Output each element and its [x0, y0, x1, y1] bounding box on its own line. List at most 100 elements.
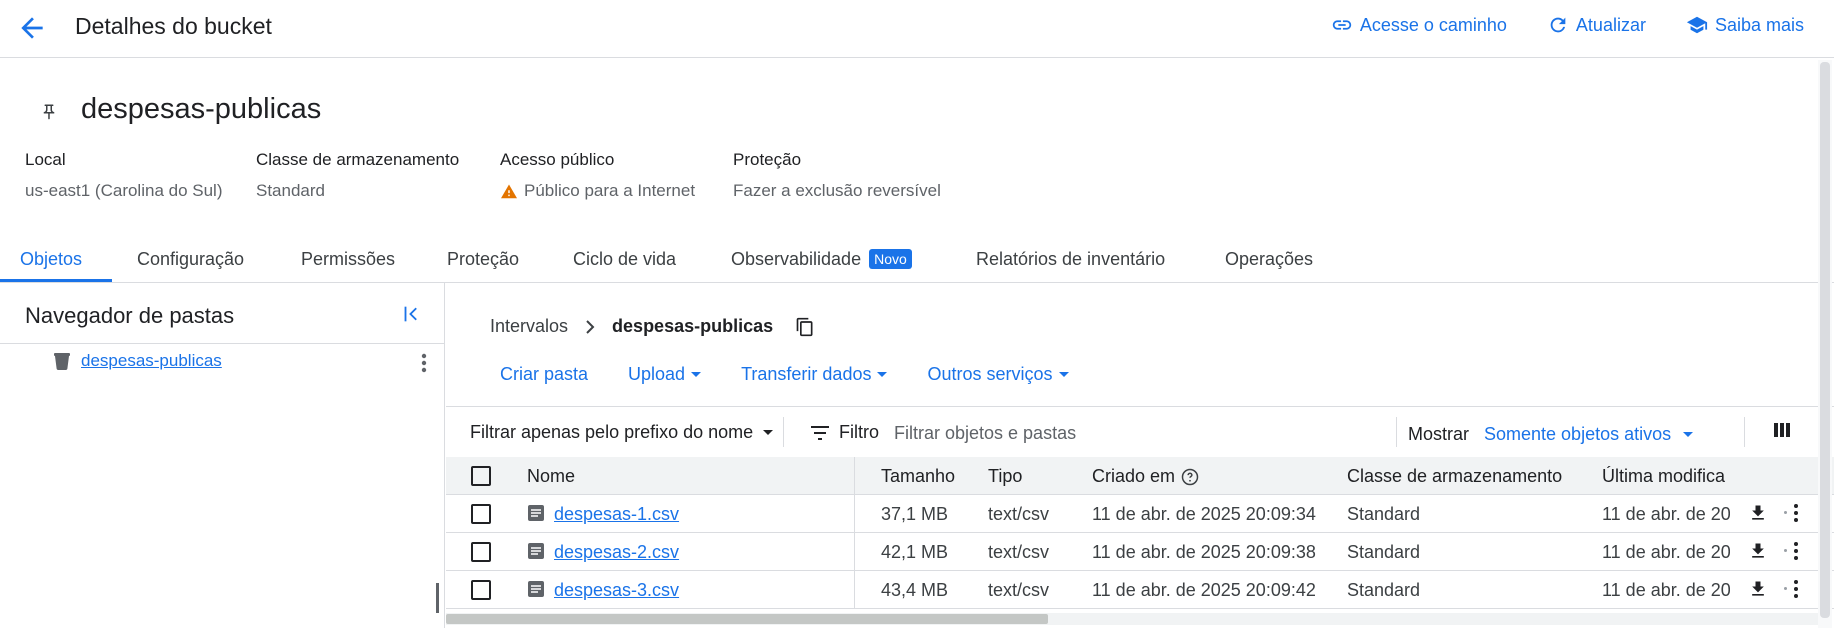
refresh-icon	[1547, 14, 1569, 36]
meta-protection: Proteção Fazer a exclusão reversível	[733, 150, 941, 201]
filter-input[interactable]	[892, 417, 1316, 449]
folder-tree-item[interactable]: despesas-publicas	[52, 351, 222, 371]
tab-operations[interactable]: Operações	[1225, 249, 1313, 270]
tab-objects[interactable]: Objetos	[20, 249, 82, 270]
column-header-created-label: Criado em	[1092, 466, 1176, 486]
file-storage-class: Standard	[1347, 542, 1421, 562]
file-name-link[interactable]: despesas-2.csv	[554, 542, 679, 563]
objects-table: Nome Tamanho Tipo Criado em Classe de ar…	[446, 457, 1834, 609]
warning-icon	[500, 183, 518, 199]
column-header-created[interactable]: Criado em	[1092, 466, 1199, 487]
meta-public-access-value: Público para a Internet	[524, 181, 696, 200]
tab-permissions[interactable]: Permissões	[301, 249, 395, 270]
back-arrow-icon[interactable]	[16, 12, 48, 44]
breadcrumb-root[interactable]: Intervalos	[490, 316, 568, 337]
refresh-button[interactable]: Atualizar	[1547, 14, 1646, 36]
download-icon[interactable]	[1748, 579, 1768, 599]
file-storage-class: Standard	[1347, 580, 1421, 600]
panel-divider	[0, 343, 444, 344]
pin-icon[interactable]	[40, 102, 58, 122]
tab-lifecycle[interactable]: Ciclo de vida	[573, 249, 676, 270]
file-created: 11 de abr. de 2025 20:09:34	[1092, 504, 1316, 524]
access-path-label: Acesse o caminho	[1359, 14, 1507, 35]
meta-location-label: Local	[25, 150, 66, 169]
tab-configuration[interactable]: Configuração	[137, 249, 244, 270]
divider	[783, 417, 784, 447]
tab-observability-label: Observabilidade	[731, 249, 862, 269]
row-checkbox[interactable]	[471, 542, 491, 562]
file-modified: 11 de abr. de 20	[1602, 580, 1730, 600]
column-header-modified[interactable]: Última modifica	[1602, 466, 1730, 487]
dropdown-caret-icon	[691, 372, 702, 377]
upload-label: Upload	[628, 364, 686, 384]
more-vert-icon[interactable]	[1792, 579, 1800, 599]
access-path-button[interactable]: Acesse o caminho	[1331, 14, 1507, 36]
tab-observability[interactable]: Observabilidade Novo	[731, 249, 912, 270]
file-size: 42,1 MB	[881, 542, 949, 562]
refresh-label: Atualizar	[1575, 14, 1646, 35]
meta-location: Local us-east1 (Carolina do Sul)	[25, 150, 222, 201]
more-action-icon[interactable]	[1784, 511, 1787, 514]
row-checkbox[interactable]	[471, 580, 491, 600]
meta-location-value: us-east1 (Carolina do Sul)	[25, 181, 223, 200]
filter-bar: Filtrar apenas pelo prefixo do nome Filt…	[446, 406, 1834, 458]
table-row: despesas-2.csv 42,1 MB text/csv 11 de ab…	[446, 533, 1834, 571]
bucket-icon	[52, 352, 72, 370]
help-icon[interactable]	[1181, 468, 1199, 486]
table-row: despesas-3.csv 43,4 MB text/csv 11 de ab…	[446, 571, 1834, 609]
create-folder-button[interactable]: Criar pasta	[500, 364, 588, 385]
show-select-value: Somente objetos ativos	[1484, 424, 1672, 444]
transfer-data-button[interactable]: Transferir dados	[741, 364, 888, 385]
top-bar: Detalhes do bucket Acesse o caminho Atua…	[0, 0, 1834, 58]
meta-public-access: Acesso público Público para a Internet	[500, 150, 695, 201]
column-header-storage-class[interactable]: Classe de armazenamento	[1347, 466, 1562, 487]
column-header-type[interactable]: Tipo	[988, 466, 1022, 487]
column-divider[interactable]	[854, 457, 855, 494]
file-icon	[527, 504, 545, 522]
dropdown-caret-icon	[763, 430, 774, 435]
select-all-checkbox[interactable]	[471, 466, 491, 486]
column-divider	[854, 533, 855, 570]
table-row: despesas-1.csv 37,1 MB text/csv 11 de ab…	[446, 495, 1834, 533]
filter-list-icon	[810, 425, 830, 441]
upload-button[interactable]: Upload	[628, 364, 702, 385]
tab-inventory-reports[interactable]: Relatórios de inventário	[976, 249, 1165, 270]
row-checkbox[interactable]	[471, 504, 491, 524]
panel-resize-handle[interactable]	[436, 583, 439, 613]
file-type: text/csv	[988, 580, 1050, 600]
more-action-icon[interactable]	[1784, 587, 1787, 590]
more-vert-icon[interactable]	[1792, 541, 1800, 561]
chevron-right-icon	[584, 319, 596, 334]
tab-protection[interactable]: Proteção	[447, 249, 519, 270]
meta-storage-class-value: Standard	[256, 181, 325, 200]
file-name-link[interactable]: despesas-3.csv	[554, 580, 679, 601]
prefix-filter-dropdown[interactable]: Filtrar apenas pelo prefixo do nome	[470, 422, 774, 443]
folder-tree-item-label[interactable]: despesas-publicas	[81, 351, 222, 371]
column-header-name[interactable]: Nome	[527, 466, 575, 487]
bucket-name: despesas-publicas	[81, 93, 322, 125]
file-created: 11 de abr. de 2025 20:09:38	[1092, 542, 1316, 562]
download-icon[interactable]	[1748, 503, 1768, 523]
column-display-icon[interactable]	[1773, 421, 1791, 439]
collapse-panel-icon[interactable]	[400, 303, 422, 325]
horizontal-scrollbar[interactable]	[446, 614, 1048, 624]
dropdown-caret-icon	[1058, 372, 1069, 377]
more-vert-icon[interactable]	[420, 352, 428, 374]
page-title: Detalhes do bucket	[75, 13, 272, 39]
link-icon	[1331, 14, 1353, 36]
meta-protection-label: Proteção	[733, 150, 802, 169]
learn-more-button[interactable]: Saiba mais	[1686, 14, 1804, 36]
file-size: 37,1 MB	[881, 504, 949, 524]
other-services-button[interactable]: Outros serviços	[927, 364, 1069, 385]
file-name-link[interactable]: despesas-1.csv	[554, 504, 679, 525]
show-select-dropdown[interactable]: Somente objetos ativos	[1484, 424, 1694, 445]
more-action-icon[interactable]	[1784, 549, 1787, 552]
file-type: text/csv	[988, 504, 1050, 524]
copy-icon[interactable]	[795, 317, 815, 337]
more-vert-icon[interactable]	[1792, 503, 1800, 523]
column-header-size[interactable]: Tamanho	[881, 466, 955, 487]
filter-button[interactable]: Filtro	[810, 422, 879, 443]
vertical-scrollbar[interactable]	[1820, 62, 1830, 618]
download-icon[interactable]	[1748, 541, 1768, 561]
meta-storage-class-label: Classe de armazenamento	[256, 150, 460, 169]
